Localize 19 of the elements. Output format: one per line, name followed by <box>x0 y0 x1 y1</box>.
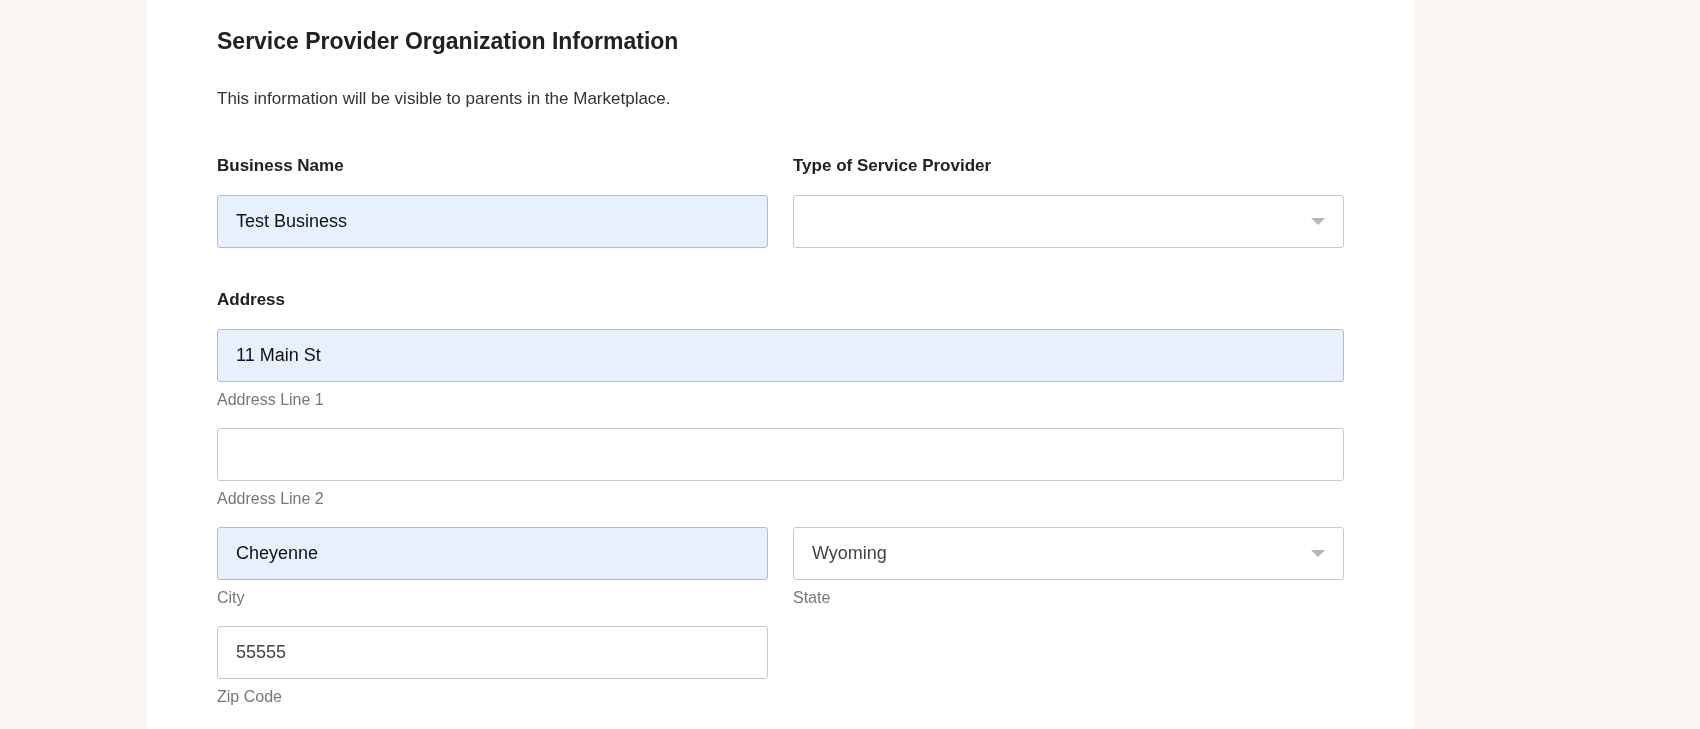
field-label: Business Name <box>217 155 345 177</box>
text-input-field[interactable]: 55555 <box>217 626 768 679</box>
field-hint: Zip Code <box>217 687 283 707</box>
dropdown-field[interactable]: Wyoming <box>793 527 1344 580</box>
field-hint: City <box>217 588 246 608</box>
dropdown-field[interactable] <box>793 195 1344 248</box>
field-label: Type of Service Provider <box>793 155 993 177</box>
field-hint: Address Line 2 <box>217 489 325 509</box>
caret-icon <box>1311 549 1325 558</box>
field-hint: Address Line 1 <box>217 390 325 410</box>
field-hint: State <box>793 588 832 608</box>
section-description: This information will be visible to parents in the Marketplace. <box>217 88 672 110</box>
text-input-field[interactable]: Cheyenne <box>217 527 768 580</box>
text-input-field[interactable]: 11 Main St <box>217 329 1344 382</box>
section-title: Service Provider Organization Information <box>217 27 680 56</box>
text-input-field[interactable]: Test Business <box>217 195 768 248</box>
field-label: Address <box>217 289 287 311</box>
caret-icon <box>1311 217 1325 226</box>
text-input-field[interactable] <box>217 428 1344 481</box>
